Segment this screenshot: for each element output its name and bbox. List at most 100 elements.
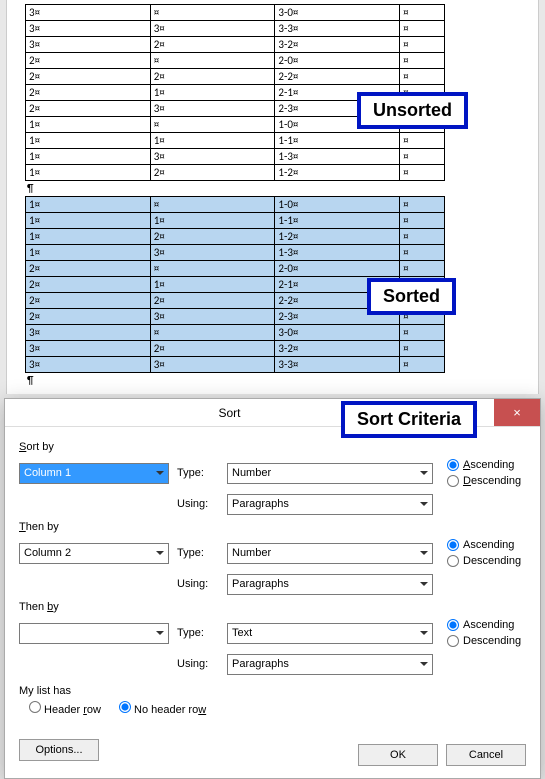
- table-cell: ¤: [400, 149, 445, 165]
- table-cell: 2¤: [26, 101, 151, 117]
- table-cell: ¤: [400, 37, 445, 53]
- table-cell: ¤: [150, 261, 275, 277]
- table-cell: ¤: [400, 197, 445, 213]
- table-cell: 1¤: [26, 213, 151, 229]
- table-cell: ¤: [400, 213, 445, 229]
- table-cell: 3¤: [26, 5, 151, 21]
- table-cell: 1¤: [150, 277, 275, 293]
- table-cell: 3¤: [150, 309, 275, 325]
- table-cell: ¤: [400, 133, 445, 149]
- table-cell: 3¤: [26, 325, 151, 341]
- sort-by-using-combo[interactable]: Paragraphs: [227, 494, 433, 515]
- table-cell: 2¤: [26, 69, 151, 85]
- table-cell: ¤: [400, 21, 445, 37]
- type-label: Type:: [177, 547, 219, 559]
- table-cell: 3¤: [26, 37, 151, 53]
- table-cell: 2-0¤: [275, 53, 400, 69]
- type-label: Type:: [177, 627, 219, 639]
- table-cell: 1-1¤: [275, 133, 400, 149]
- table-row: 3¤3¤3-3¤¤: [26, 21, 445, 37]
- then-by-label-2: Then by: [19, 601, 526, 613]
- table-row: 2¤¤2-0¤¤: [26, 53, 445, 69]
- table-cell: 3-2¤: [275, 341, 400, 357]
- table-cell: ¤: [400, 229, 445, 245]
- table-cell: 3¤: [150, 245, 275, 261]
- then-by-2-type-combo[interactable]: Text: [227, 623, 433, 644]
- table-cell: 2¤: [26, 85, 151, 101]
- table-cell: 2¤: [26, 293, 151, 309]
- table-cell: ¤: [150, 53, 275, 69]
- table-cell: 2¤: [26, 261, 151, 277]
- table-cell: 3¤: [26, 341, 151, 357]
- table-cell: ¤: [400, 5, 445, 21]
- table-cell: 2¤: [26, 277, 151, 293]
- table-cell: ¤: [150, 5, 275, 21]
- sort-by-label: Sort by: [19, 441, 526, 453]
- table-cell: ¤: [400, 53, 445, 69]
- options-button[interactable]: Options...: [19, 739, 99, 761]
- descending-radio-3[interactable]: Descending: [447, 635, 521, 647]
- table-cell: 1-3¤: [275, 149, 400, 165]
- table-row: 3¤¤3-0¤¤: [26, 5, 445, 21]
- then-by-1-type-combo[interactable]: Number: [227, 543, 433, 564]
- then-by-1-field-combo[interactable]: Column 2: [19, 543, 169, 564]
- ascending-radio-1[interactable]: Ascending: [447, 459, 521, 471]
- my-list-has-label: My list has: [19, 685, 526, 697]
- table-cell: 1-0¤: [275, 197, 400, 213]
- table-row: 1¤3¤1-3¤¤: [26, 149, 445, 165]
- sort-by-field-combo[interactable]: Column 1: [19, 463, 169, 484]
- table-cell: 3-0¤: [275, 325, 400, 341]
- no-header-row-radio[interactable]: No header row: [119, 701, 206, 716]
- table-cell: 2¤: [26, 53, 151, 69]
- then-by-label-1: Then by: [19, 521, 526, 533]
- table-cell: 1¤: [26, 229, 151, 245]
- table-cell: 2¤: [150, 69, 275, 85]
- table-cell: 1¤: [26, 165, 151, 181]
- then-by-2-using-combo[interactable]: Paragraphs: [227, 654, 433, 675]
- table-row: 1¤2¤1-2¤¤: [26, 165, 445, 181]
- table-cell: ¤: [400, 357, 445, 373]
- descending-radio-2[interactable]: Descending: [447, 555, 521, 567]
- then-by-2-field-combo[interactable]: [19, 623, 169, 644]
- table-row: 1¤¤1-0¤¤: [26, 197, 445, 213]
- table-cell: 3-3¤: [275, 21, 400, 37]
- then-by-1-using-combo[interactable]: Paragraphs: [227, 574, 433, 595]
- table-cell: 1¤: [150, 85, 275, 101]
- ascending-radio-2[interactable]: Ascending: [447, 539, 521, 551]
- paragraph-mark: ¶: [25, 181, 538, 196]
- type-label: Type:: [177, 467, 219, 479]
- close-button[interactable]: ×: [494, 399, 540, 426]
- table-cell: 3-3¤: [275, 357, 400, 373]
- table-cell: ¤: [150, 197, 275, 213]
- table-cell: 1¤: [26, 245, 151, 261]
- ascending-radio-3[interactable]: Ascending: [447, 619, 521, 631]
- table-cell: ¤: [400, 261, 445, 277]
- cancel-button[interactable]: Cancel: [446, 744, 526, 766]
- table-cell: 2¤: [26, 309, 151, 325]
- table-cell: 1¤: [150, 213, 275, 229]
- sort-dialog: Sort ? × Sort Criteria Sort by Column 1 …: [4, 398, 541, 779]
- table-cell: ¤: [400, 245, 445, 261]
- paragraph-mark: ¶: [25, 373, 538, 388]
- table-cell: 1-2¤: [275, 165, 400, 181]
- using-label: Using:: [177, 658, 219, 670]
- table-row: 1¤1¤1-1¤¤: [26, 133, 445, 149]
- header-row-radio[interactable]: Header row: [29, 701, 101, 716]
- table-cell: 1-1¤: [275, 213, 400, 229]
- table-cell: 1-2¤: [275, 229, 400, 245]
- table-cell: 3¤: [150, 21, 275, 37]
- table-cell: ¤: [150, 325, 275, 341]
- table-row: 1¤2¤1-2¤¤: [26, 229, 445, 245]
- table-cell: ¤: [400, 341, 445, 357]
- callout-sort-criteria: Sort Criteria: [341, 401, 477, 438]
- table-cell: 2¤: [150, 293, 275, 309]
- table-cell: ¤: [150, 117, 275, 133]
- table-cell: 1¤: [26, 149, 151, 165]
- table-cell: 1¤: [26, 133, 151, 149]
- sort-by-type-combo[interactable]: Number: [227, 463, 433, 484]
- table-cell: 3-0¤: [275, 5, 400, 21]
- descending-radio-1[interactable]: Descending: [447, 475, 521, 487]
- table-cell: 2¤: [150, 37, 275, 53]
- ok-button[interactable]: OK: [358, 744, 438, 766]
- table-cell: 3¤: [150, 101, 275, 117]
